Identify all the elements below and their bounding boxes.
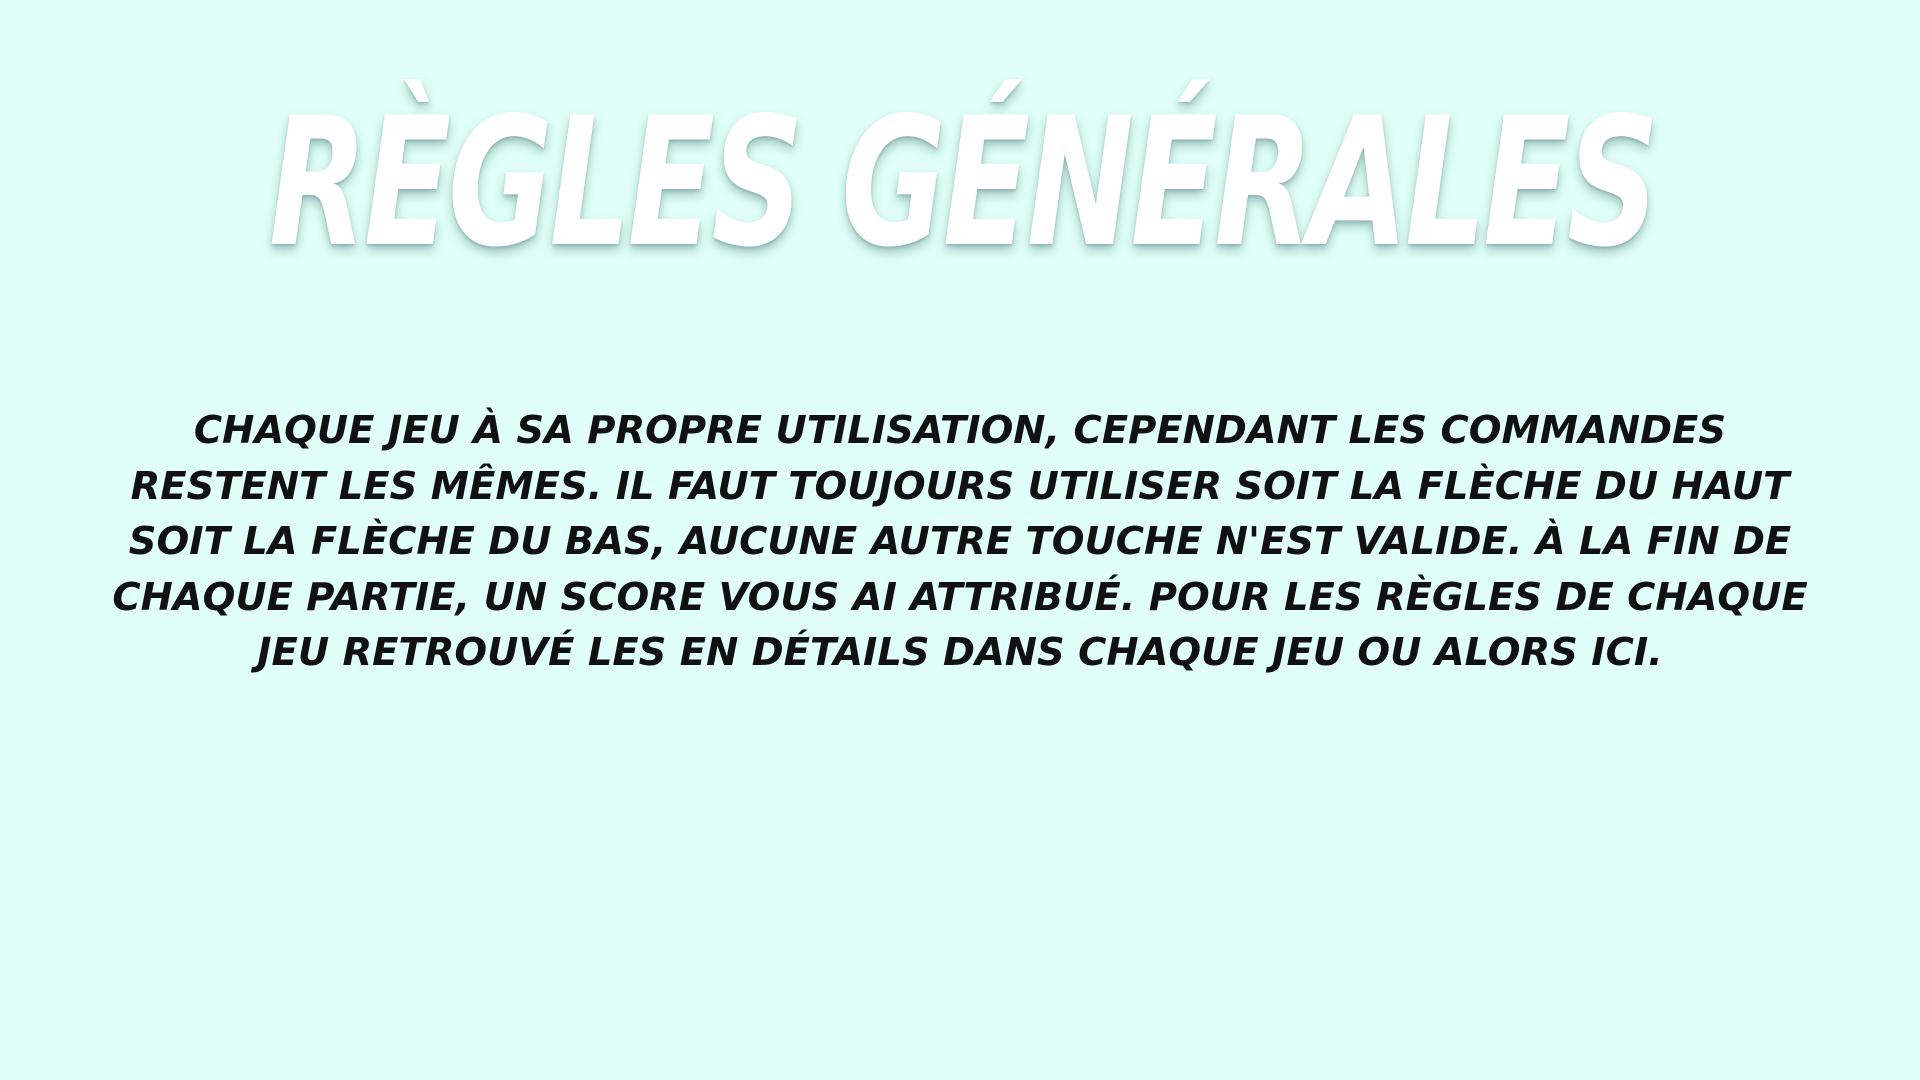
rules-line: CHAQUE PARTIE, UN SCORE VOUS AI ATTRIBUÉ…	[112, 574, 1808, 620]
slide-page: RÈGLES GÉNÉRALES CHAQUE JEU À SA PROPRE …	[0, 0, 1920, 1080]
rules-line: RESTENT LES MÊMES. IL FAUT TOUJOURS UTIL…	[130, 463, 1790, 509]
rules-line: CHAQUE JEU À SA PROPRE UTILISATION, CEPE…	[193, 408, 1727, 453]
rules-paragraph: CHAQUE JEU À SA PROPRE UTILISATION, CEPE…	[100, 403, 1820, 681]
rules-line: SOIT LA FLÈCHE DU BAS, AUCUNE AUTRE TOUC…	[128, 519, 1792, 564]
page-title: RÈGLES GÉNÉRALES	[268, 79, 1659, 286]
rules-line: JEU RETROUVÉ LES EN DÉTAILS DANS CHAQUE …	[257, 630, 1663, 675]
